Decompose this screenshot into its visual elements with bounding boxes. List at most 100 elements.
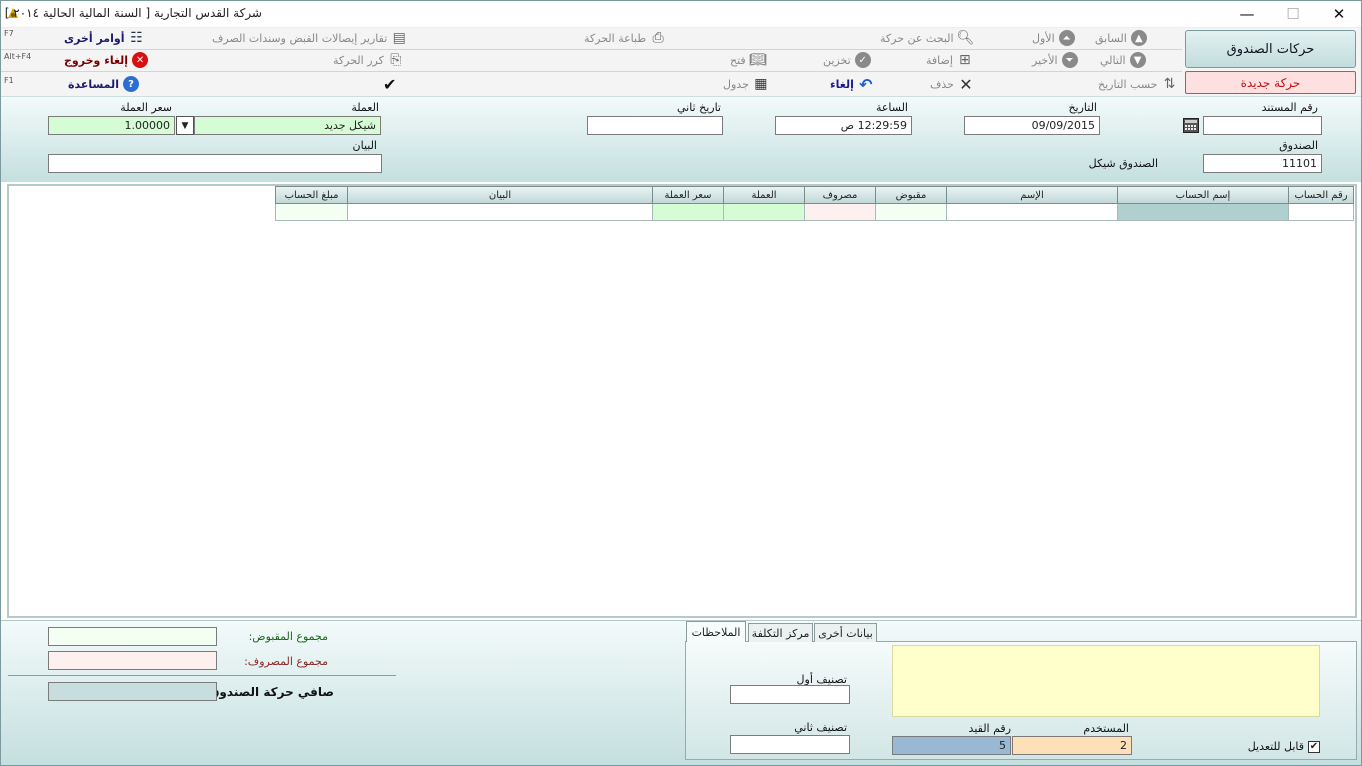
cancel-exit-button[interactable]: ✕ إلغاء وخروج <box>64 50 149 70</box>
print-button[interactable]: ⎙ طباعة الحركة <box>584 28 666 48</box>
confirm-button[interactable]: ✔ <box>383 74 396 94</box>
class2-field[interactable] <box>730 735 850 754</box>
x-icon: ✕ <box>959 74 973 94</box>
close-circle-icon: ✕ <box>132 52 149 68</box>
col-received[interactable]: مقبوض <box>875 186 946 204</box>
arrow-up-icon: ▲ <box>1130 30 1147 46</box>
currency-label: العملة <box>351 101 379 114</box>
cancel-exit-label: إلغاء وخروج <box>64 53 129 67</box>
open-book-icon: 📖︎ <box>748 52 767 68</box>
table-icon: ▦ <box>754 76 768 92</box>
entries-grid[interactable] <box>7 184 1357 618</box>
user-label: المستخدم <box>1083 722 1129 735</box>
cancel-button[interactable]: ↶ إلغاء <box>830 74 874 94</box>
box-label: الصندوق <box>1279 139 1318 152</box>
last-button[interactable]: ⏷ الأخير <box>1032 50 1078 70</box>
new-move-button[interactable]: حركة جديدة <box>1185 71 1356 94</box>
minimize-button[interactable]: — <box>1224 0 1270 28</box>
first-label: الأول <box>1032 31 1055 45</box>
col-account-no[interactable]: رقم الحساب <box>1288 186 1354 204</box>
help-label: المساعدة <box>68 77 119 91</box>
delete-label: حذف <box>930 77 954 91</box>
date2-field[interactable] <box>587 116 723 135</box>
total-spent-field <box>48 651 217 670</box>
window-title: شركة القدس التجارية [ السنة المالية الحا… <box>4 6 262 20</box>
total-received-label: مجموع المقبوض: <box>248 630 328 643</box>
col-rate[interactable]: سعر العملة <box>652 186 723 204</box>
repeat-label: كرر الحركة <box>333 53 384 67</box>
printer-icon: ⎙ <box>652 30 664 46</box>
save-label: تخزين <box>823 53 851 67</box>
tab-cost-center[interactable]: مركز التكلفة <box>748 623 813 642</box>
box-field[interactable]: 11101 <box>1203 154 1322 173</box>
col-currency[interactable]: العملة <box>723 186 804 204</box>
time-label: الساعة <box>875 101 908 114</box>
double-arrow-up-icon: ⏶ <box>1058 30 1075 46</box>
entry-label: رقم القيد <box>968 722 1011 735</box>
class1-field[interactable] <box>730 685 850 704</box>
rate-field[interactable]: 1.00000 <box>48 116 175 135</box>
cell-account-name[interactable] <box>1117 204 1288 221</box>
by-date-label: حسب التاريخ <box>1098 77 1158 91</box>
save-button[interactable]: ✓ تخزين <box>823 50 871 70</box>
copy-icon: ⎘ <box>390 52 402 68</box>
table-row[interactable] <box>275 204 1354 221</box>
by-date-button[interactable]: ⇅ حسب التاريخ <box>1098 74 1177 94</box>
search-label: البحث عن حركة <box>880 31 954 45</box>
doc-no-label: رقم المستند <box>1261 101 1318 114</box>
currency-field[interactable]: شيكل جديد <box>194 116 381 135</box>
total-spent-label: مجموع المصروف: <box>244 655 328 668</box>
other-commands-label: أوامر أخرى <box>64 31 125 45</box>
chevron-down-icon: ▼ <box>181 120 189 131</box>
search-button[interactable]: 🔍︎ البحث عن حركة <box>880 28 974 48</box>
cell-account-no[interactable] <box>1288 204 1354 221</box>
add-button[interactable]: ⊞ إضافة <box>926 50 973 70</box>
col-description[interactable]: البيان <box>347 186 652 204</box>
open-button[interactable]: 📖︎ فتح <box>730 50 767 70</box>
cell-rate[interactable] <box>652 204 723 221</box>
other-commands-button[interactable]: ☷ أوامر أخرى <box>64 28 144 48</box>
maximize-button[interactable]: ☐ <box>1270 0 1316 28</box>
divider <box>8 675 396 676</box>
delete-button[interactable]: ✕ حذف <box>930 74 974 94</box>
editable-checkbox[interactable]: ✔ <box>1308 741 1320 753</box>
table-label: جدول <box>723 77 749 91</box>
tab-notes[interactable]: الملاحظات <box>686 621 746 642</box>
net-field <box>48 682 217 701</box>
grid-header: رقم الحساب إسم الحساب الإسم مقبوض مصروف … <box>275 186 1354 204</box>
last-label: الأخير <box>1032 53 1058 67</box>
box-moves-button[interactable]: حركات الصندوق <box>1185 30 1356 68</box>
cell-account-amount[interactable] <box>275 204 347 221</box>
doc-no-field[interactable] <box>1203 116 1322 135</box>
arrow-down-icon: ▼ <box>1129 52 1146 68</box>
tab-other-data[interactable]: بيانات أخرى <box>814 623 877 642</box>
desc-label: البيان <box>352 139 377 152</box>
col-account-amount[interactable]: مبلغ الحساب <box>275 186 347 204</box>
col-name[interactable]: الإسم <box>946 186 1117 204</box>
close-button[interactable]: ✕ <box>1316 0 1362 28</box>
col-account-name[interactable]: إسم الحساب <box>1117 186 1288 204</box>
desc-field[interactable] <box>48 154 382 173</box>
cell-description[interactable] <box>347 204 652 221</box>
open-label: فتح <box>730 53 746 67</box>
time-field[interactable]: 12:29:59 ص <box>775 116 912 135</box>
col-spent[interactable]: مصروف <box>804 186 875 204</box>
notes-textarea[interactable] <box>892 645 1320 717</box>
date-field[interactable]: 09/09/2015 <box>964 116 1100 135</box>
cell-received[interactable] <box>875 204 946 221</box>
first-button[interactable]: ⏶ الأول <box>1032 28 1075 48</box>
cell-name[interactable] <box>946 204 1117 221</box>
cell-currency[interactable] <box>723 204 804 221</box>
calculator-icon[interactable] <box>1183 118 1199 133</box>
currency-dropdown-button[interactable]: ▼ <box>176 116 194 135</box>
previous-button[interactable]: ▲ السابق <box>1095 28 1147 48</box>
total-received-field <box>48 627 217 646</box>
cell-spent[interactable] <box>804 204 875 221</box>
cancel-exit-shortcut: Alt+F4 <box>4 52 32 61</box>
next-button[interactable]: ▼ التالي <box>1100 50 1146 70</box>
date2-label: تاريخ ثاني <box>676 101 721 114</box>
repeat-button[interactable]: ⎘ كرر الحركة <box>333 50 404 70</box>
help-button[interactable]: ? المساعدة <box>68 74 139 94</box>
reports-button[interactable]: ▤ تقارير إيصالات القبض وسندات الصرف <box>212 28 407 48</box>
table-button[interactable]: ▦ جدول <box>723 74 769 94</box>
